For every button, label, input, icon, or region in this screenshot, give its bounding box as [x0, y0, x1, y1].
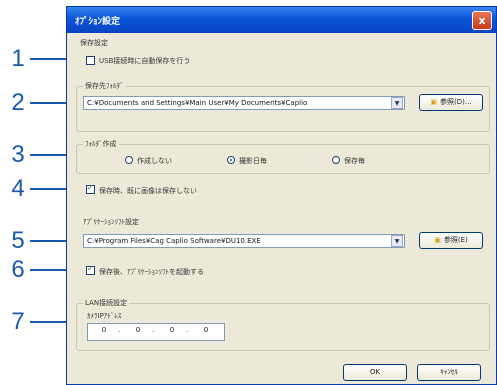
ok-button[interactable]: OK	[343, 364, 407, 381]
dialog-title: ｵﾌﾟｼｮﾝ設定	[75, 16, 121, 27]
save-settings-label: 保存設定	[80, 39, 108, 47]
lan-settings-label: LAN接続設定	[83, 298, 130, 308]
skip-existing-checkbox[interactable]	[86, 183, 95, 194]
camera-ip-label: ｶﾒﾗIPｱﾄﾞﾚｽ	[87, 312, 122, 320]
callout-number-6: 6	[11, 256, 25, 283]
radio-by-date-label: 撮影日毎	[239, 157, 267, 165]
cancel-button[interactable]: ｷｬﾝｾﾙ	[417, 364, 481, 381]
dialog-titlebar: ｵﾌﾟｼｮﾝ設定	[67, 7, 496, 33]
save-folder-field[interactable]: C:¥Documents and Settings¥Main User¥My D…	[83, 96, 405, 110]
callout-number-3: 3	[11, 141, 25, 168]
callout-number-7: 7	[11, 308, 25, 335]
callout-number-2: 2	[11, 89, 25, 116]
auto-save-label: USB接続時に自動保存を行う	[99, 57, 191, 65]
ip-octet-1: 0	[101, 326, 107, 334]
app-settings-label: ｱﾌﾟﾘｹｰｼｮﾝｿﾌﾄ設定	[83, 218, 139, 226]
save-folder-dropdown-arrow[interactable]: ▼	[391, 97, 403, 109]
save-folder-browse-label: 参照(D)...	[440, 98, 472, 106]
camera-ip-field[interactable]: 0 . 0 . 0 . 0	[87, 323, 225, 341]
callout-number-1: 1	[11, 45, 25, 72]
ip-dot-2: .	[152, 326, 155, 334]
ip-octet-3: 0	[169, 326, 175, 334]
folder-icon: ▣	[430, 98, 438, 106]
save-folder-browse-button[interactable]: ▣ 参照(D)...	[419, 94, 483, 111]
radio-per-save[interactable]	[332, 156, 340, 164]
folder-create-label: ﾌｫﾙﾀﾞ作成	[83, 139, 119, 149]
ip-dot-3: .	[186, 326, 189, 334]
folder-icon: ▣	[434, 236, 441, 244]
ip-octet-4: 0	[203, 326, 209, 334]
callout-number-4: 4	[11, 175, 25, 202]
radio-per-save-label: 保存毎	[344, 157, 365, 165]
launch-app-checkbox[interactable]	[86, 264, 95, 275]
radio-by-date[interactable]	[227, 156, 235, 164]
auto-save-checkbox[interactable]	[86, 56, 95, 65]
options-dialog: ｵﾌﾟｼｮﾝ設定 x 保存設定 USB接続時に自動保存を行う 保存先ﾌｫﾙﾀﾞ …	[66, 6, 497, 385]
app-path-dropdown-arrow[interactable]: ▼	[391, 235, 403, 247]
radio-none[interactable]	[125, 156, 133, 164]
save-folder-label: 保存先ﾌｫﾙﾀﾞ	[83, 81, 126, 91]
app-path-browse-label: 参照(E)	[443, 236, 468, 244]
skip-existing-label: 保存時、既に画像は保存しない	[99, 187, 197, 195]
radio-none-label: 作成しない	[137, 157, 172, 165]
launch-app-label: 保存後、ｱﾌﾟﾘｹｰｼｮﾝｿﾌﾄを起動する	[99, 268, 204, 276]
ip-dot-1: .	[118, 326, 121, 334]
app-path-field[interactable]: C:¥Program Files¥Cag Caplio Software¥DU1…	[83, 234, 405, 248]
callout-number-5: 5	[11, 227, 25, 254]
ip-octet-2: 0	[135, 326, 141, 334]
app-path-browse-button[interactable]: ▣ 参照(E)	[419, 232, 483, 249]
close-button[interactable]: x	[472, 11, 492, 30]
